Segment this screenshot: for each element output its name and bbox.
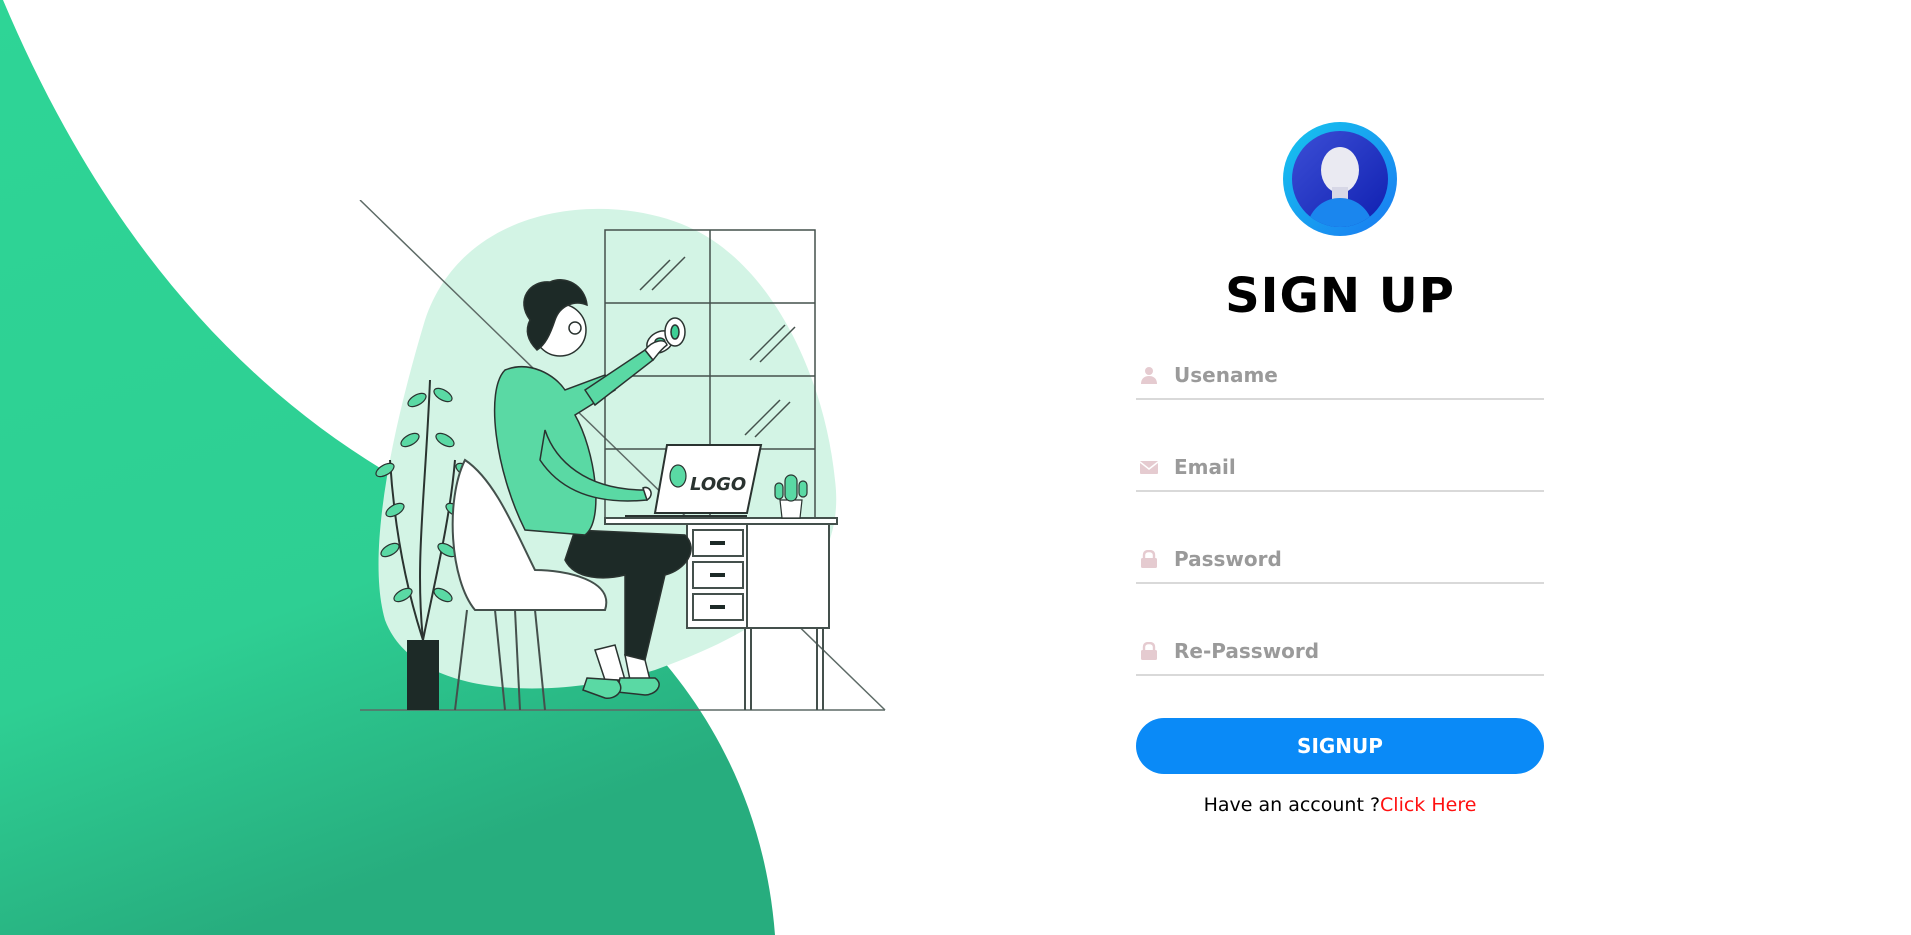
username-input[interactable] — [1172, 352, 1544, 398]
page-title: SIGN UP — [1225, 268, 1455, 324]
lock-icon — [1141, 642, 1157, 660]
repassword-field — [1136, 628, 1544, 676]
lock-icon — [1141, 550, 1157, 568]
login-link[interactable]: Click Here — [1380, 794, 1476, 816]
account-prompt: Have an account ?Click Here — [1136, 794, 1544, 816]
password-field — [1136, 536, 1544, 584]
background-wave — [0, 0, 775, 935]
email-input[interactable] — [1172, 444, 1544, 490]
repassword-input[interactable] — [1172, 628, 1544, 674]
workspace-illustration: LOGO — [359, 200, 886, 711]
username-field — [1136, 352, 1544, 400]
email-field — [1136, 444, 1544, 492]
laptop-logo-text: LOGO — [690, 474, 746, 495]
signup-button[interactable]: SIGNUP — [1136, 718, 1544, 774]
user-icon — [1141, 367, 1157, 384]
user-avatar-icon — [1283, 122, 1397, 236]
envelope-icon — [1140, 461, 1158, 474]
password-input[interactable] — [1172, 536, 1544, 582]
account-prompt-text: Have an account ? — [1203, 794, 1381, 816]
